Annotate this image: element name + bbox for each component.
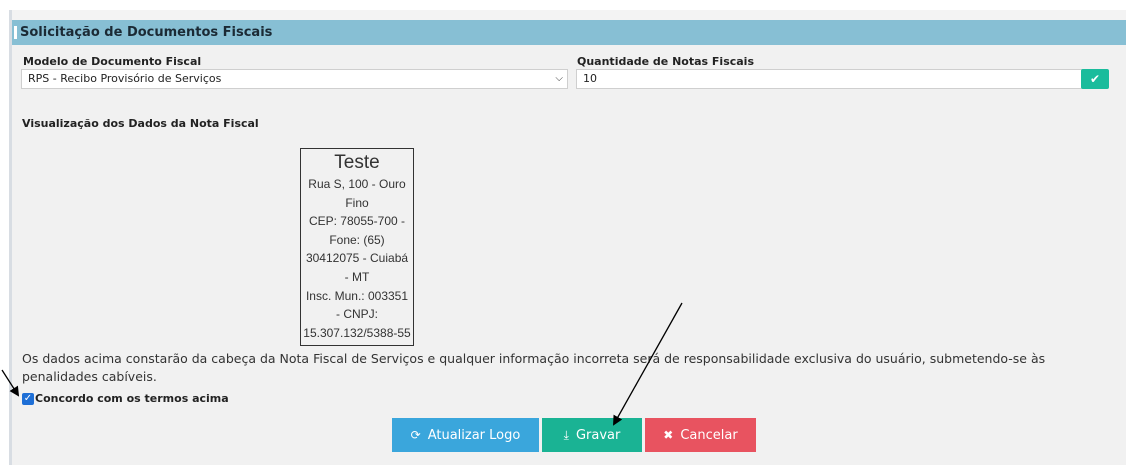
address-line: Fino (345, 195, 369, 210)
model-label: Modelo de Documento Fiscal (23, 55, 202, 68)
close-icon: ✖ (663, 428, 674, 442)
panel-title: Solicitação de Documentos Fiscais (20, 25, 273, 40)
cancel-label: Cancelar (680, 427, 738, 443)
refresh-icon: ⟳ (410, 428, 421, 442)
header-accent (14, 26, 17, 39)
preview-section-label: Visualização dos Dados da Nota Fiscal (22, 117, 259, 130)
save-label: Gravar (575, 427, 621, 443)
address-line: 15.307.132/5388-55 (303, 325, 411, 340)
address-line: Rua S, 100 - Ouro (308, 177, 406, 191)
update-logo-button[interactable]: ⟳ Atualizar Logo (392, 418, 539, 452)
update-logo-label: Atualizar Logo (427, 427, 521, 443)
disclaimer-text: Os dados acima constarão da cabeça da No… (22, 351, 1046, 384)
address-line: - MT (344, 269, 370, 284)
download-icon: ⤓ (563, 427, 569, 442)
address-line: Fone: (65) (329, 232, 385, 247)
address-line: 30412075 - Cuiabá (305, 251, 409, 266)
address-line: Insc. Mun.: 003351 (305, 288, 409, 303)
quantity-input[interactable]: 10 (576, 69, 1106, 89)
panel-header: Solicitação de Documentos Fiscais (12, 20, 1126, 45)
check-icon: ✔ (1089, 72, 1101, 86)
confirm-quantity-button[interactable]: ✔ (1081, 69, 1109, 89)
invoice-header-preview: Teste Rua S, 100 - Ouro Fino CEP: 78055-… (300, 148, 414, 346)
chevron-down-icon: ⌵ (555, 73, 563, 84)
cancel-button[interactable]: ✖ Cancelar (645, 418, 756, 452)
model-select-value: RPS - Recibo Provisório de Serviços (28, 72, 222, 85)
address-line: - CNPJ: (336, 307, 378, 322)
address-line: CEP: 78055-700 - (308, 214, 406, 229)
save-button[interactable]: ⤓ Gravar (542, 418, 642, 452)
agree-checkbox[interactable]: ✓ (22, 392, 34, 405)
model-select[interactable]: RPS - Recibo Provisório de Serviços ⌵ (21, 69, 568, 89)
agree-label: Concordo com os termos acima (35, 392, 229, 405)
quantity-label: Quantidade de Notas Fiscais (577, 55, 755, 68)
agree-terms[interactable]: ✓ Concordo com os termos acima (22, 392, 229, 405)
company-name: Teste (334, 152, 380, 173)
